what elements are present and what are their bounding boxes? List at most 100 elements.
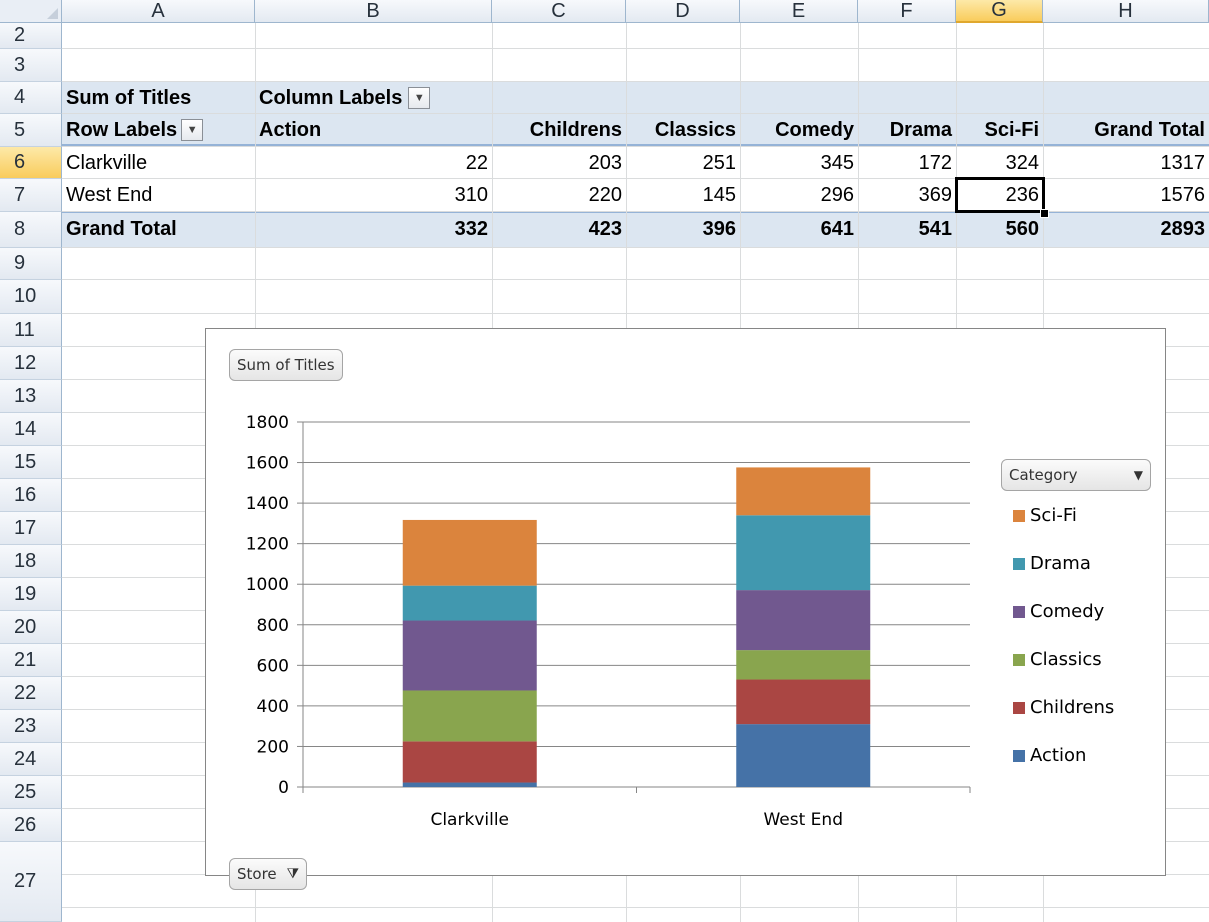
column-header-f[interactable]: F: [858, 0, 956, 23]
column-header-h[interactable]: H: [1043, 0, 1209, 23]
table-cell[interactable]: 541: [858, 213, 956, 245]
pivot-header-sci-fi[interactable]: Sci-Fi: [956, 114, 1043, 146]
table-cell[interactable]: 324: [956, 147, 1043, 179]
row-header-3[interactable]: 3: [0, 49, 62, 82]
row-header-2[interactable]: 2: [0, 23, 62, 49]
table-cell[interactable]: 22: [255, 147, 492, 179]
y-tick-label: 1000: [246, 575, 289, 595]
bar-segment-classics: [736, 650, 871, 680]
legend-swatch: [1013, 701, 1025, 714]
table-cell[interactable]: 203: [492, 147, 626, 179]
pivot-row-labels-cell[interactable]: Row Labels ▼: [62, 114, 255, 146]
table-cell[interactable]: 310: [255, 179, 492, 211]
legend-item: Drama: [1013, 553, 1091, 574]
table-cell[interactable]: 251: [626, 147, 740, 179]
category-field-button[interactable]: Category ▼: [1001, 459, 1151, 491]
row-header-7[interactable]: 7: [0, 179, 62, 212]
legend-item: Action: [1013, 745, 1086, 766]
bar-segment-action: [402, 782, 537, 787]
spreadsheet: A B C D E F G H 2 3 4 5 6 7 8 9 10 11 12…: [0, 0, 1209, 922]
bar-segment-comedy: [402, 620, 537, 691]
row-header-25[interactable]: 25: [0, 776, 62, 809]
row-header-15[interactable]: 15: [0, 446, 62, 479]
x-tick-label: West End: [763, 810, 843, 830]
row-header-8[interactable]: 8: [0, 212, 62, 248]
legend-swatch: [1013, 557, 1025, 570]
bar-segment-action: [736, 724, 871, 787]
table-cell[interactable]: 1317: [1043, 147, 1209, 179]
table-cell[interactable]: 560: [956, 213, 1043, 245]
column-labels-dropdown-button[interactable]: ▼: [408, 87, 431, 109]
table-cell[interactable]: 369: [858, 179, 956, 211]
row-header-19[interactable]: 19: [0, 578, 62, 611]
row-header-6[interactable]: 6: [0, 147, 62, 179]
column-header-b[interactable]: B: [255, 0, 492, 23]
bar-segment-sci-fi: [402, 519, 537, 586]
pivot-chart[interactable]: Sum of Titles 0 200 400 600 800 1000 1200 1400 1…: [205, 328, 1166, 890]
table-cell[interactable]: 423: [492, 213, 626, 245]
bar-segment-childrens: [402, 741, 537, 783]
legend-label: Classics: [1030, 649, 1102, 670]
category-button-label: Category: [1009, 466, 1078, 484]
y-tick-label: 1800: [246, 413, 289, 433]
row-header-11[interactable]: 11: [0, 314, 62, 347]
row-header-12[interactable]: 12: [0, 347, 62, 380]
row-header-17[interactable]: 17: [0, 512, 62, 545]
bar-segment-sci-fi: [736, 467, 871, 516]
row-header-5[interactable]: 5: [0, 114, 62, 147]
y-tick-label: 400: [257, 697, 289, 717]
active-cell-border: [955, 177, 1045, 213]
row-header-18[interactable]: 18: [0, 545, 62, 578]
pivot-header-action[interactable]: Action: [255, 114, 492, 146]
row-header-21[interactable]: 21: [0, 644, 62, 677]
row-header-13[interactable]: 13: [0, 380, 62, 413]
pivot-header-comedy[interactable]: Comedy: [740, 114, 858, 146]
legend-item: Classics: [1013, 649, 1102, 670]
pivot-header-childrens[interactable]: Childrens: [492, 114, 626, 146]
pivot-header-drama[interactable]: Drama: [858, 114, 956, 146]
column-header-g[interactable]: G: [956, 0, 1043, 23]
column-header-a[interactable]: A: [62, 0, 255, 23]
pivot-header-grand-total[interactable]: Grand Total: [1043, 114, 1209, 146]
row-header-16[interactable]: 16: [0, 479, 62, 512]
table-cell[interactable]: 145: [626, 179, 740, 211]
legend-swatch: [1013, 749, 1025, 762]
pivot-row-label-clarkville[interactable]: Clarkville: [62, 147, 255, 179]
pivot-header-classics[interactable]: Classics: [626, 114, 740, 146]
row-header-22[interactable]: 22: [0, 677, 62, 710]
table-cell[interactable]: 396: [626, 213, 740, 245]
row-header-14[interactable]: 14: [0, 413, 62, 446]
legend-item: Childrens: [1013, 697, 1114, 718]
row-header-27[interactable]: 27: [0, 842, 62, 922]
pivot-value-field-label[interactable]: Sum of Titles: [62, 82, 255, 114]
select-all-corner[interactable]: [0, 0, 62, 23]
table-cell[interactable]: 296: [740, 179, 858, 211]
row-header-26[interactable]: 26: [0, 809, 62, 842]
table-cell[interactable]: 2893: [1043, 213, 1209, 245]
row-header-4[interactable]: 4: [0, 82, 62, 114]
column-header-e[interactable]: E: [740, 0, 858, 23]
pivot-column-labels-cell[interactable]: Column Labels ▼: [255, 82, 515, 114]
table-cell[interactable]: 345: [740, 147, 858, 179]
column-header-d[interactable]: D: [626, 0, 740, 23]
row-header-10[interactable]: 10: [0, 280, 62, 314]
row-header-24[interactable]: 24: [0, 743, 62, 776]
row-header-9[interactable]: 9: [0, 248, 62, 280]
row-header-23[interactable]: 23: [0, 710, 62, 743]
row-labels-filter-button[interactable]: ▼: [181, 119, 204, 141]
pivot-row-label-west-end[interactable]: West End: [62, 179, 255, 211]
x-tick-label: Clarkville: [430, 810, 509, 830]
y-tick-label: 1600: [246, 454, 289, 474]
table-cell[interactable]: 332: [255, 213, 492, 245]
pivot-grand-total-label[interactable]: Grand Total: [62, 213, 255, 245]
column-header-c[interactable]: C: [492, 0, 626, 23]
filter-icon: ▼: [186, 124, 198, 136]
store-field-button[interactable]: Store ⧩: [229, 858, 308, 890]
bar-segment-drama: [402, 585, 537, 621]
table-cell[interactable]: 172: [858, 147, 956, 179]
table-cell[interactable]: 641: [740, 213, 858, 245]
y-tick-label: 200: [257, 737, 289, 757]
table-cell[interactable]: 220: [492, 179, 626, 211]
table-cell[interactable]: 1576: [1043, 179, 1209, 211]
row-header-20[interactable]: 20: [0, 611, 62, 644]
